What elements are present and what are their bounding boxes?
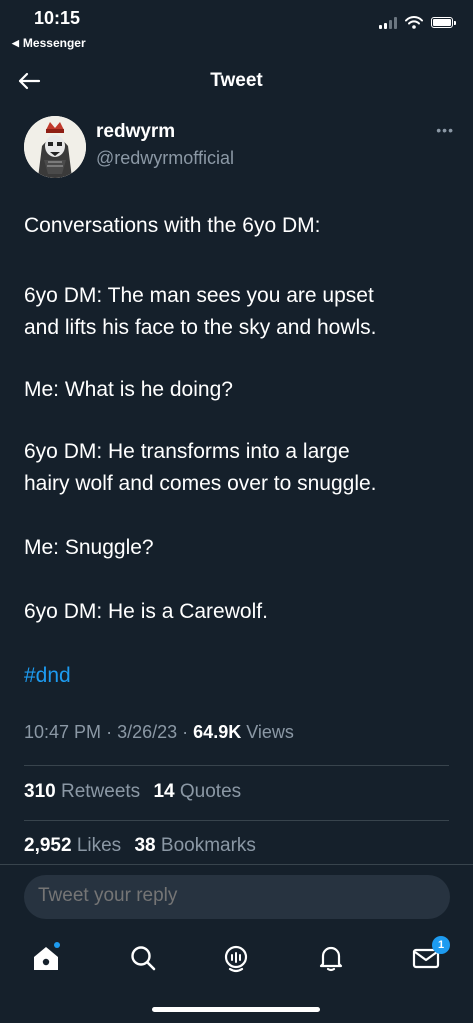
tweet-line: Me: Snuggle? [24, 536, 154, 559]
messages-badge: 1 [432, 936, 450, 954]
tweet-line: 6yo DM: The man sees you are upset [24, 284, 374, 307]
tab-home[interactable] [30, 942, 62, 974]
system-icons [379, 16, 456, 29]
tweet-time: 10:47 PM [24, 722, 102, 742]
divider [24, 765, 449, 766]
cellular-signal-icon [379, 16, 397, 29]
page-title: Tweet [210, 70, 263, 91]
divider [0, 864, 473, 865]
status-time: 10:15 [34, 8, 81, 28]
tweet-line: Me: What is he doing? [24, 378, 233, 401]
tweet-header: Tweet [0, 60, 473, 104]
wifi-icon [405, 16, 423, 29]
tweet-line: 6yo DM: He transforms into a large [24, 440, 350, 463]
retweet-stats-row: 310 Retweets 14 Quotes [24, 781, 241, 803]
bookmarks-link[interactable]: 38 Bookmarks [134, 835, 255, 856]
reply-input[interactable] [38, 885, 418, 907]
tweet-date: 3/26/23 [117, 722, 178, 742]
tweet-meta: 10:47 PM · 3/26/23 · 64.9K Views [24, 722, 294, 743]
tweet-paragraph: 6yo DM: The man sees you are upset and l… [24, 280, 377, 344]
tab-messages[interactable]: 1 [410, 936, 450, 974]
views-label: Views [246, 722, 294, 742]
retweets-count: 310 [24, 781, 56, 802]
search-icon [131, 946, 156, 971]
tweet-paragraph: 6yo DM: He is a Carewolf. [24, 596, 268, 628]
tweet-line: hairy wolf and comes over to snuggle. [24, 472, 377, 495]
quotes-count: 14 [153, 781, 175, 802]
ellipsis-icon[interactable]: ••• [436, 122, 454, 138]
tweet-paragraph: Me: Snuggle? [24, 532, 154, 564]
back-triangle-icon: ◀ [12, 37, 19, 48]
divider [24, 820, 449, 821]
likes-link[interactable]: 2,952 Likes [24, 835, 121, 856]
notifications-icon [319, 946, 343, 972]
tweet-paragraph: 6yo DM: He transforms into a large hairy… [24, 436, 377, 500]
tweet-paragraph: Conversations with the 6yo DM: [24, 210, 320, 242]
quotes-link[interactable]: 14 Quotes [153, 781, 241, 802]
avatar[interactable] [24, 116, 86, 178]
meta-separator: · [182, 722, 189, 742]
user-handle[interactable]: @redwyrmofficial [96, 148, 234, 169]
tab-search[interactable] [127, 942, 159, 974]
back-to-app-link[interactable]: ◀ Messenger [12, 36, 86, 50]
views-link[interactable]: 64.9K Views [193, 722, 294, 742]
reply-box[interactable] [24, 875, 450, 919]
retweets-label: Retweets [60, 781, 141, 802]
retweets-link[interactable]: 310 Retweets [24, 781, 140, 802]
hashtag-link[interactable]: #dnd [24, 660, 71, 692]
battery-icon [431, 17, 456, 28]
bottom-tab-bar: 1 [0, 930, 473, 990]
tweet-line: Conversations with the 6yo DM: [24, 214, 321, 237]
hashtag-text: #dnd [24, 664, 71, 687]
bookmarks-label: Bookmarks [160, 835, 256, 856]
avatar-image [24, 116, 86, 178]
tweet-line: and lifts his face to the sky and howls. [24, 316, 377, 339]
tweet-line: 6yo DM: He is a Carewolf. [24, 600, 268, 623]
tweet-paragraph: Me: What is he doing? [24, 374, 233, 406]
like-stats-row: 2,952 Likes 38 Bookmarks [24, 835, 256, 857]
tweet-author: redwyrm @redwyrmofficial ••• [24, 116, 454, 186]
back-app-label: Messenger [22, 36, 86, 50]
status-bar: 10:15 ◀ Messenger [0, 0, 473, 60]
meta-separator: · [106, 722, 113, 742]
likes-count: 2,952 [24, 835, 72, 856]
unread-dot [54, 942, 60, 948]
home-indicator[interactable] [152, 1007, 320, 1012]
views-count: 64.9K [193, 722, 242, 742]
quotes-label: Quotes [179, 781, 242, 802]
bookmarks-count: 38 [134, 835, 156, 856]
tab-spaces[interactable] [220, 942, 252, 974]
display-name[interactable]: redwyrm [96, 121, 175, 143]
tab-notifications[interactable] [315, 942, 347, 974]
likes-label: Likes [76, 835, 122, 856]
spaces-icon [224, 945, 248, 973]
